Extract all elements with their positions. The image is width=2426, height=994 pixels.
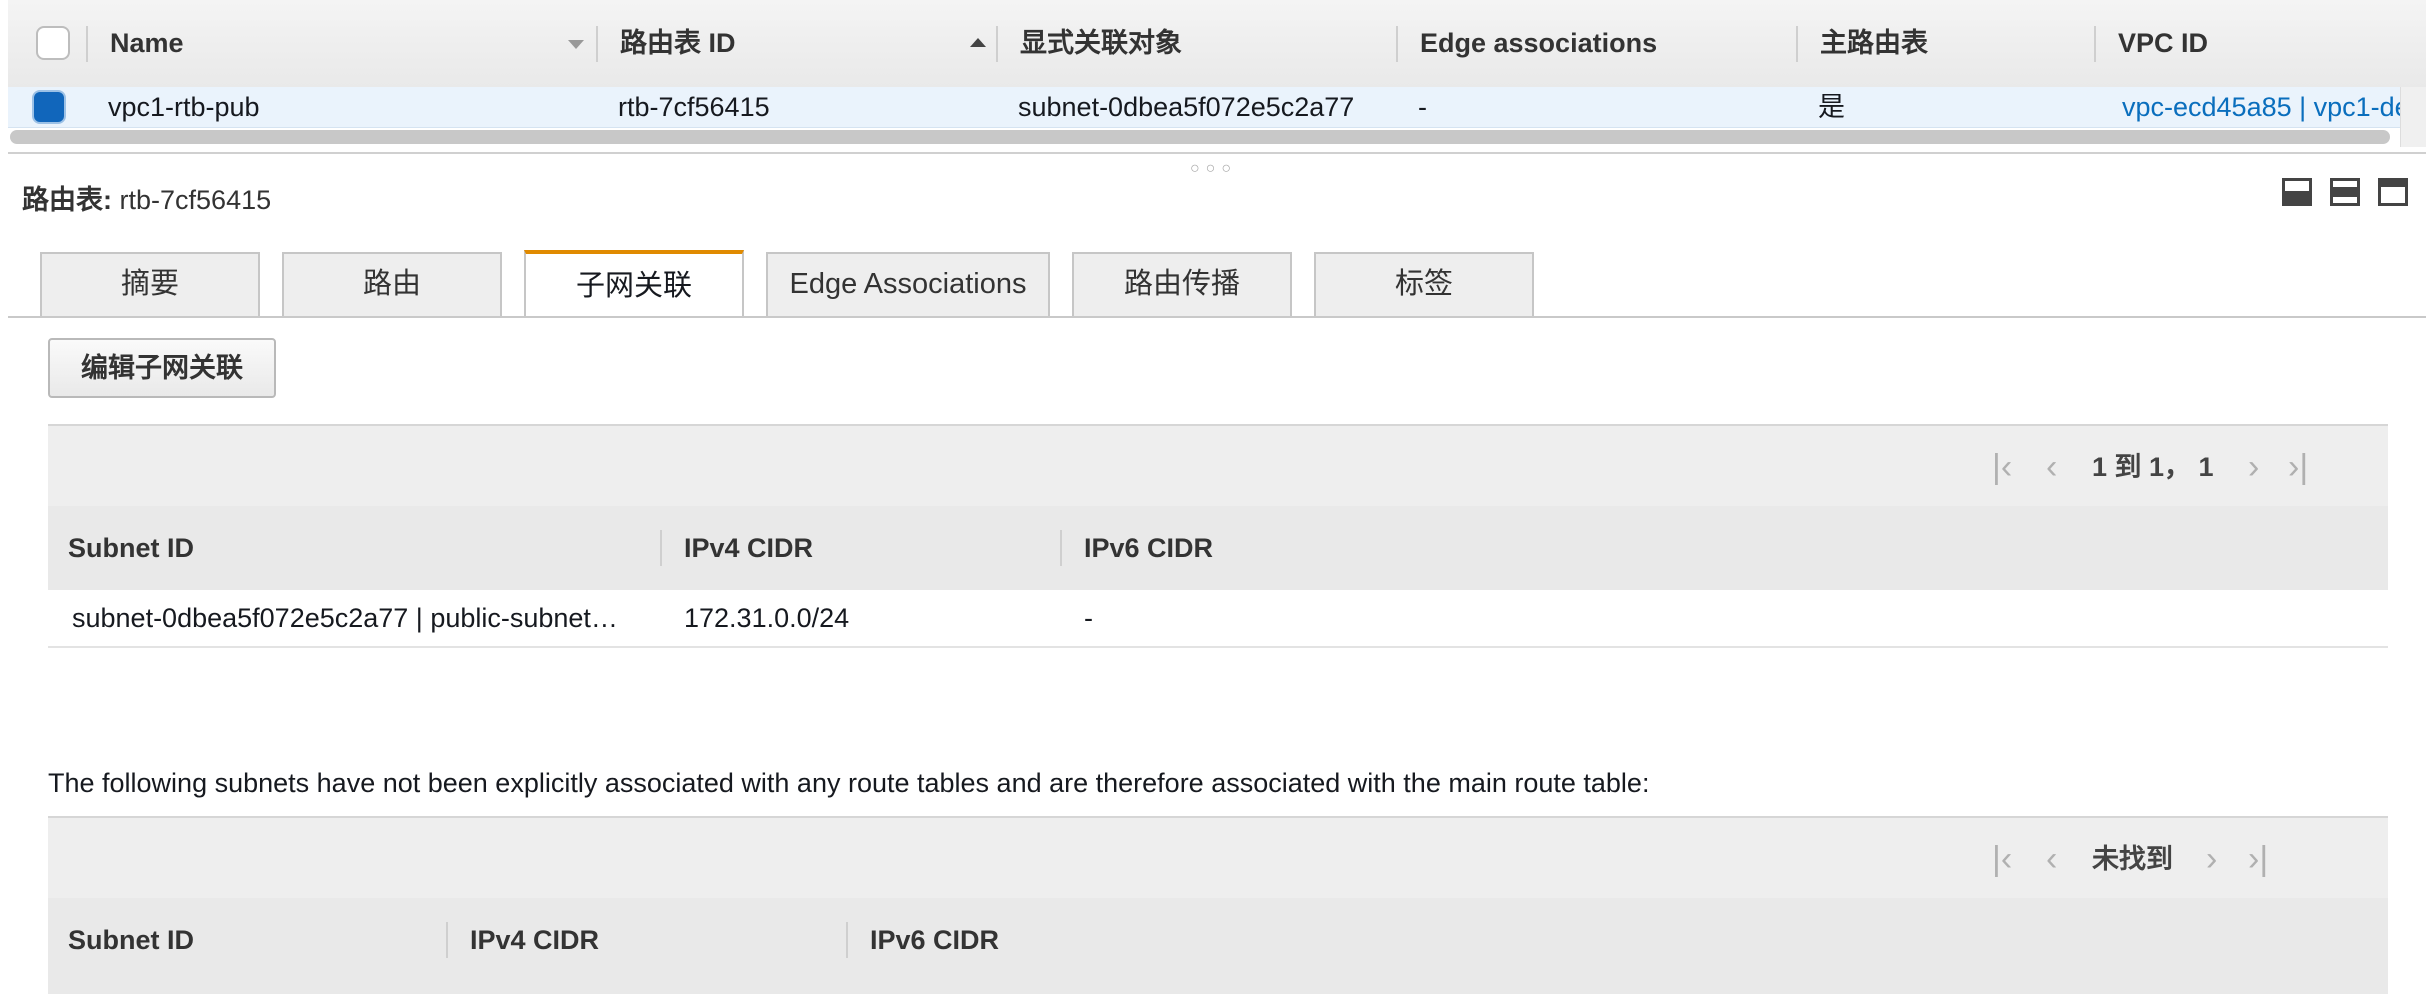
col-header-rtb-id[interactable]: 路由表 ID — [620, 0, 736, 87]
detail-title-label: 路由表: — [22, 185, 112, 215]
cell-main: 是 — [1818, 92, 1845, 122]
last-page-icon[interactable]: ›| — [2248, 818, 2268, 900]
col-header-ipv6[interactable]: IPv6 CIDR — [870, 898, 999, 982]
row-checkbox[interactable] — [32, 90, 66, 124]
cell-edge: - — [1418, 92, 1427, 122]
col-header-explicit[interactable]: 显式关联对象 — [1020, 0, 1182, 87]
col-header-main[interactable]: 主路由表 — [1820, 0, 1928, 87]
cell-explicit: subnet-0dbea5f072e5c2a77 — [1018, 92, 1355, 122]
column-separator[interactable] — [86, 26, 88, 62]
col-header-ipv6[interactable]: IPv6 CIDR — [1084, 506, 1213, 590]
column-separator[interactable] — [846, 922, 848, 958]
column-separator[interactable] — [1396, 26, 1398, 62]
column-separator[interactable] — [1060, 530, 1062, 566]
table-header: Subnet ID IPv4 CIDR IPv6 CIDR — [48, 506, 2388, 592]
sort-caret-icon[interactable] — [568, 40, 584, 49]
grid-header: Name 路由表 ID 显式关联对象 Edge associations 主路由… — [8, 0, 2426, 88]
prev-page-icon[interactable]: ‹ — [2046, 818, 2057, 900]
table-row: subnet-0dbea5f072e5c2a77 | public-subnet… — [48, 590, 2388, 648]
first-page-icon[interactable]: |‹ — [1992, 426, 2012, 508]
prev-page-icon[interactable]: ‹ — [2046, 426, 2057, 508]
cell-vpc-link[interactable]: vpc-ecd45a85 | vpc1-def — [2122, 87, 2400, 127]
sort-ascending-icon[interactable] — [970, 38, 986, 47]
first-page-icon[interactable]: |‹ — [1992, 818, 2012, 900]
detail-title-value: rtb-7cf56415 — [119, 185, 272, 215]
main-route-table-note: The following subnets have not been expl… — [48, 768, 1650, 798]
resize-grip-icon[interactable]: ○○○ — [1190, 160, 1237, 178]
edit-subnet-associations-button[interactable]: 编辑子网关联 — [48, 338, 276, 398]
route-table-grid: Name 路由表 ID 显式关联对象 Edge associations 主路由… — [0, 0, 2426, 150]
cell-rtb-id: rtb-7cf56415 — [618, 92, 770, 122]
ipv6-cidr: - — [1084, 603, 1093, 633]
col-header-subnet-id[interactable]: Subnet ID — [68, 898, 194, 982]
last-page-icon[interactable]: ›| — [2288, 426, 2308, 508]
layout-full-panel-icon[interactable] — [2378, 178, 2408, 206]
detail-title: 路由表: rtb-7cf56415 — [22, 178, 271, 217]
subnet-id-link[interactable]: subnet-0dbea5f072e5c2a77 | public-subnet… — [72, 590, 662, 646]
tab-tags[interactable]: 标签 — [1314, 252, 1534, 316]
panel-divider — [8, 152, 2426, 154]
cell-name: vpc1-rtb-pub — [108, 92, 260, 122]
table-row-selected[interactable]: vpc1-rtb-pub rtb-7cf56415 subnet-0dbea5f… — [8, 87, 2426, 128]
unassociated-subnets-table: |‹ ‹ 未找到 › ›| Subnet ID IPv4 CIDR IPv6 C… — [48, 816, 2388, 994]
col-header-vpc[interactable]: VPC ID — [2118, 0, 2208, 87]
table-toolbar: |‹ ‹ 未找到 › ›| — [48, 816, 2388, 901]
col-header-edge[interactable]: Edge associations — [1420, 0, 1657, 87]
next-page-icon[interactable]: › — [2248, 426, 2259, 508]
table-toolbar: |‹ ‹ 1 到 1， 1 › ›| — [48, 424, 2388, 509]
tab-route-propagation[interactable]: 路由传播 — [1072, 252, 1292, 316]
column-separator[interactable] — [1796, 26, 1798, 62]
pager-text: 未找到 — [2092, 844, 2173, 874]
associated-subnets-table: |‹ ‹ 1 到 1， 1 › ›| Subnet ID IPv4 CIDR I… — [48, 424, 2388, 648]
tabs-baseline — [8, 316, 2426, 318]
tab-summary[interactable]: 摘要 — [40, 252, 260, 316]
tab-edge-associations[interactable]: Edge Associations — [766, 252, 1050, 316]
col-header-subnet-id[interactable]: Subnet ID — [68, 506, 194, 590]
column-separator[interactable] — [2094, 26, 2096, 62]
column-separator[interactable] — [660, 530, 662, 566]
select-all-checkbox[interactable] — [36, 26, 70, 60]
table-header: Subnet ID IPv4 CIDR IPv6 CIDR — [48, 898, 2388, 994]
column-separator[interactable] — [996, 26, 998, 62]
ipv4-cidr: 172.31.0.0/24 — [684, 603, 850, 633]
next-page-icon[interactable]: › — [2206, 818, 2217, 900]
col-header-ipv4[interactable]: IPv4 CIDR — [684, 506, 813, 590]
vertical-scrollbar[interactable] — [2400, 87, 2426, 147]
tab-routes[interactable]: 路由 — [282, 252, 502, 316]
column-separator[interactable] — [596, 26, 598, 62]
horizontal-scrollbar[interactable] — [10, 130, 2390, 144]
layout-bottom-panel-icon[interactable] — [2282, 178, 2312, 206]
column-separator[interactable] — [446, 922, 448, 958]
layout-split-panel-icon[interactable] — [2330, 178, 2360, 206]
col-header-ipv4[interactable]: IPv4 CIDR — [470, 898, 599, 982]
col-header-name[interactable]: Name — [110, 0, 184, 87]
tab-subnet-associations[interactable]: 子网关联 — [524, 250, 744, 318]
pager-text: 1 到 1， 1 — [2092, 452, 2214, 482]
